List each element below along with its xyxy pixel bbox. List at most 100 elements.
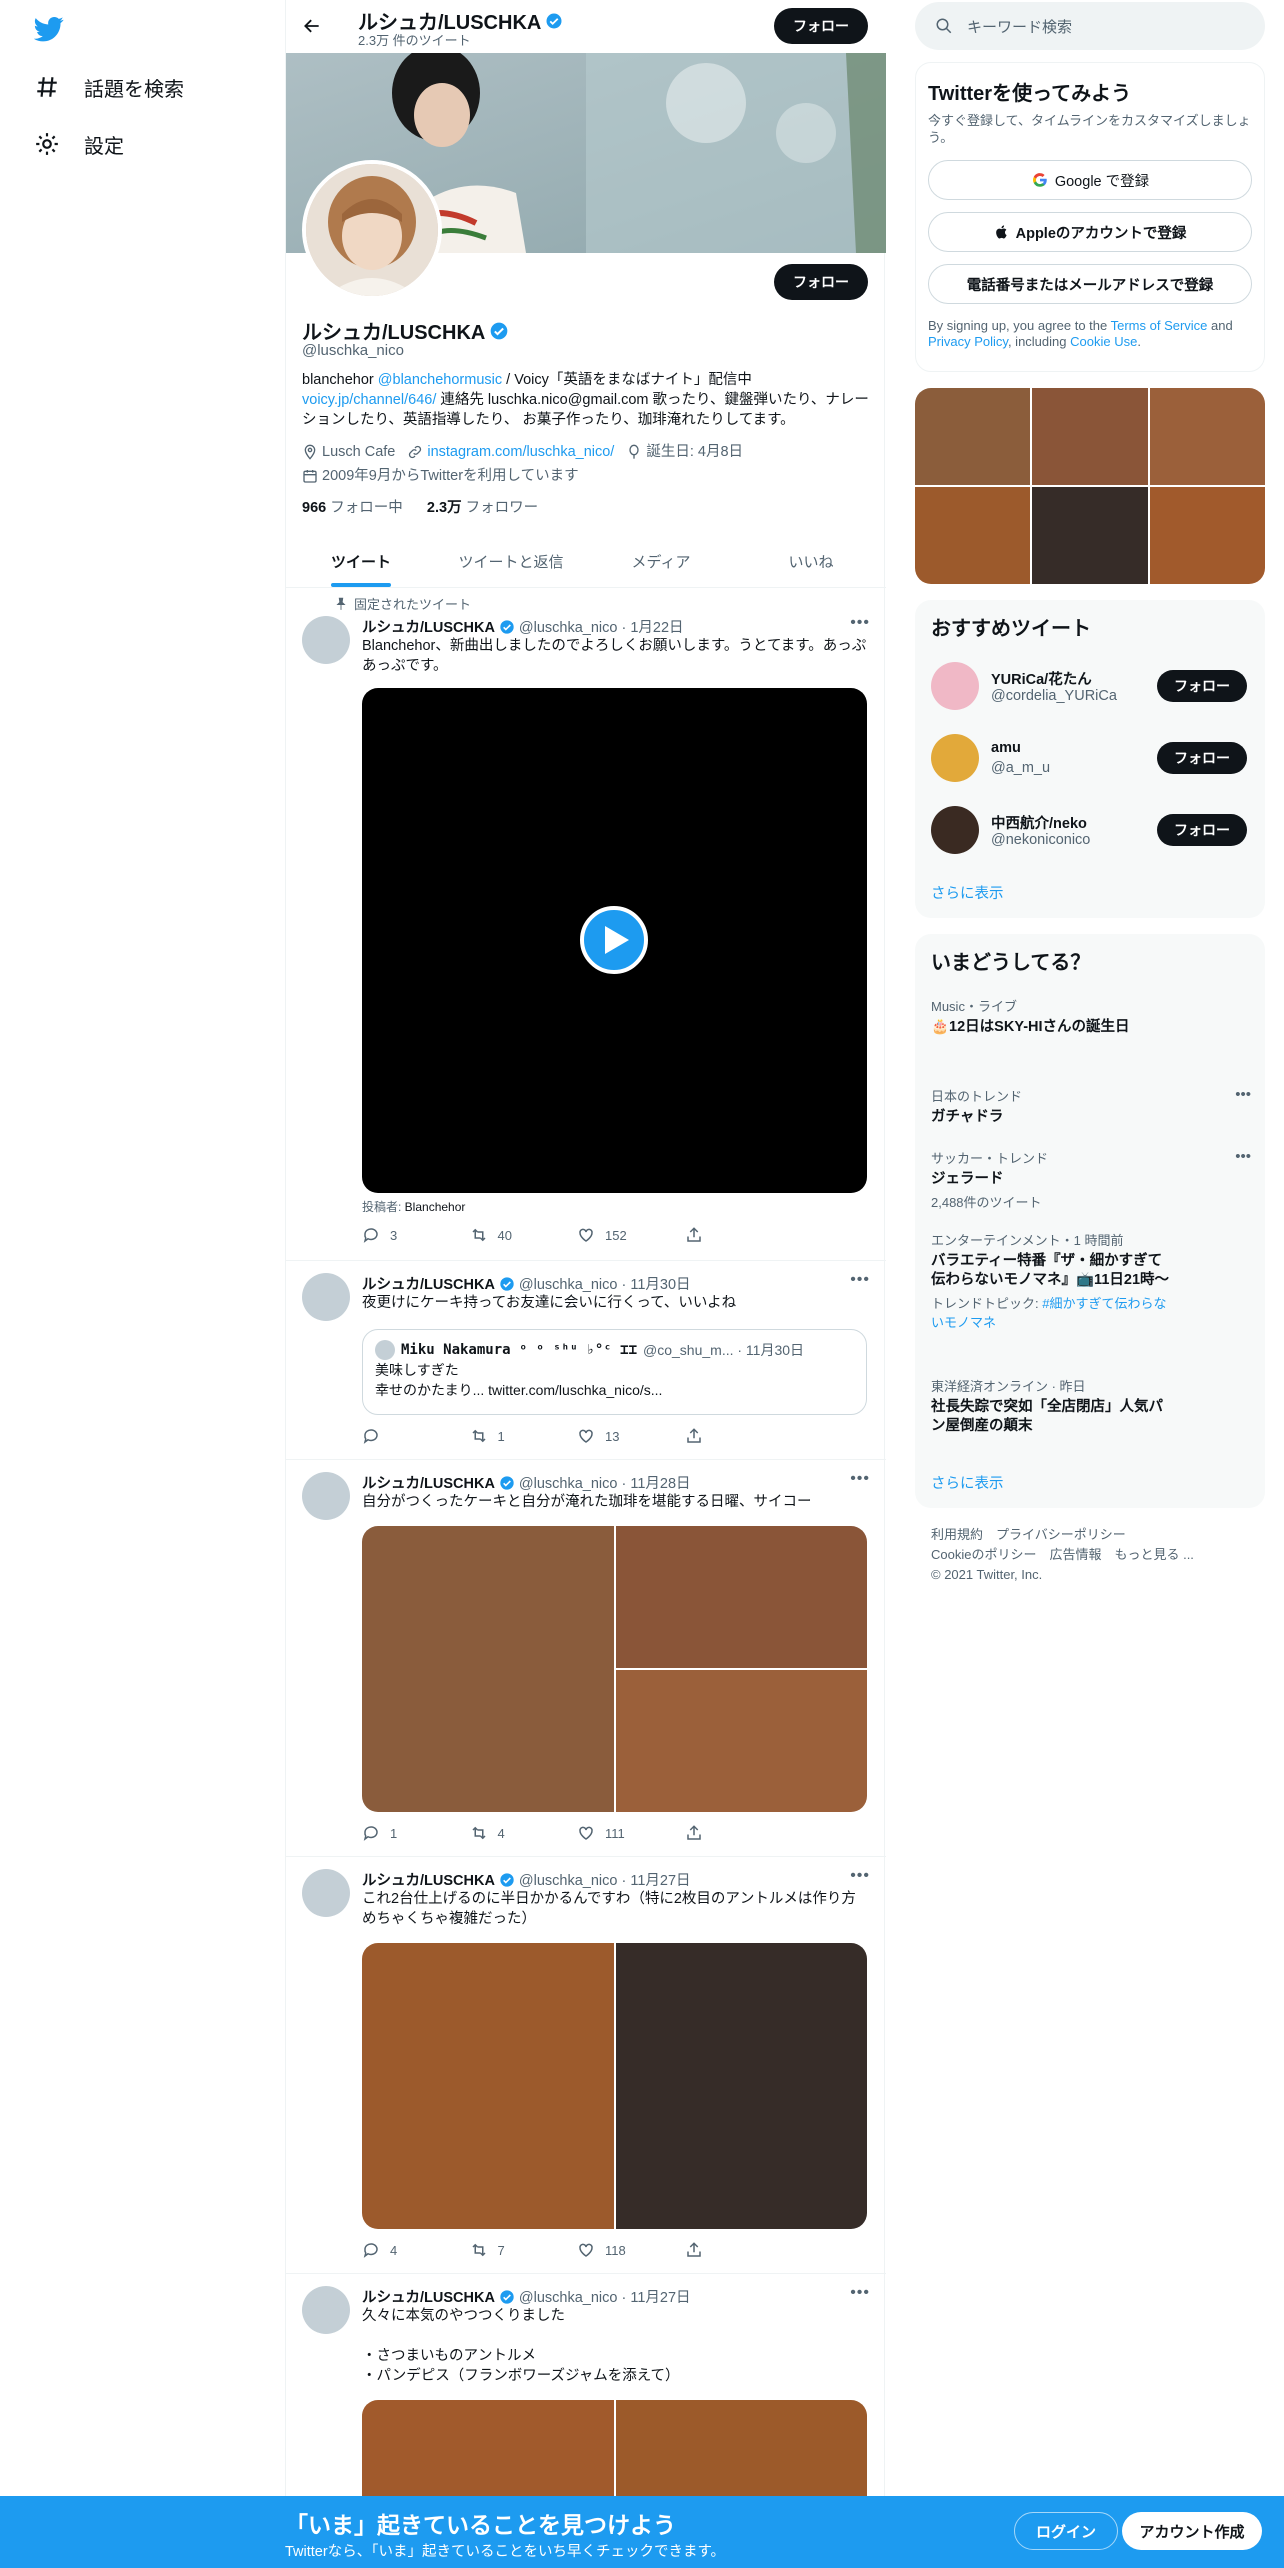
reply-button[interactable]: 3 [362,1226,470,1244]
share-button[interactable] [685,2241,793,2259]
tweet-photo[interactable] [362,1526,614,1812]
tweet-photo-grid [362,1526,867,1812]
suggestion-avatar[interactable] [931,734,979,782]
profile-follow-button[interactable]: フォロー [774,264,868,300]
privacy-policy-link[interactable]: Privacy Policy [928,334,1008,349]
more-options-icon[interactable]: ••• [850,614,870,632]
suggestion-item[interactable]: 中西航介/neko @nekoniconico フォロー [931,806,1251,856]
signup-button[interactable]: アカウント作成 [1122,2512,1262,2550]
tweet-avatar[interactable] [302,1472,350,1520]
more-options-icon[interactable]: ••• [850,1867,870,1885]
apple-signup-button[interactable]: Appleのアカウントで登録 [928,212,1252,252]
photo-thumbnail[interactable] [1032,487,1148,584]
trends-show-more-link[interactable]: さらに表示 [931,1472,1004,1493]
like-button[interactable]: 118 [577,2241,685,2259]
suggestion-follow-button[interactable]: フォロー [1157,814,1247,846]
share-button[interactable] [685,1226,793,1244]
terms-of-service-link[interactable]: Terms of Service [1111,318,1208,333]
tab-tweets-and-replies[interactable]: ツイートと返信 [436,535,586,587]
like-button[interactable]: 13 [577,1427,685,1445]
trend-item[interactable]: 日本のトレンド ガチャドラ ••• [931,1086,1251,1127]
twitter-logo-icon[interactable] [34,14,64,44]
tweet-author-name[interactable]: ルシュカ/LUSCHKA [362,616,495,637]
more-options-icon[interactable]: ••• [1235,1086,1251,1103]
followers-link[interactable]: 2.3万 フォロワー [427,500,538,516]
share-button[interactable] [685,1824,793,1842]
tweet-item[interactable]: ルシュカ/LUSCHKA @luschka_nico · 11月28日 ••• 自… [286,1460,886,1857]
retweet-button[interactable]: 1 [470,1427,578,1445]
suggestion-follow-button[interactable]: フォロー [1157,670,1247,702]
profile-avatar[interactable] [302,160,442,300]
suggestion-name: amu [991,740,1021,756]
suggestion-follow-button[interactable]: フォロー [1157,742,1247,774]
recommend-show-more-link[interactable]: さらに表示 [931,882,1004,903]
more-options-icon[interactable]: ••• [850,1470,870,1488]
profile-url[interactable]: instagram.com/luschka_nico/ [407,442,614,462]
tab-media[interactable]: メディア [586,535,736,587]
photo-thumbnail[interactable] [1149,487,1265,584]
tweet-photo[interactable] [615,1526,867,1668]
trend-item[interactable]: エンターテインメント・1 時間前 バラエティー特番『ザ・細かすぎて伝わらないモノ… [931,1230,1171,1331]
following-link[interactable]: 966 フォロー中 [302,500,403,516]
phone-email-signup-button[interactable]: 電話番号またはメールアドレスで登録 [928,264,1252,304]
tweet-author-name[interactable]: ルシュカ/LUSCHKA [362,1869,495,1890]
back-arrow-icon[interactable] [302,16,322,36]
like-button[interactable]: 111 [577,1824,685,1842]
tab-tweets[interactable]: ツイート [286,535,436,587]
footer-line[interactable]: 利用規約 プライバシーポリシー [931,1525,1251,1545]
tweet-avatar[interactable] [302,2286,350,2334]
photo-thumbnail[interactable] [1032,388,1148,485]
tweet-photo[interactable] [615,1670,867,1812]
photo-thumbnail[interactable] [1149,388,1265,485]
quoted-tweet[interactable]: Miku Nakamura ᵒ ᵒ ˢʰᵘ ♭°ᶜ ⌶⌶ @co_shu_m..… [362,1329,867,1415]
nav-explore[interactable]: 話題を検索 [34,67,184,107]
reply-button[interactable] [362,1427,470,1445]
reply-button[interactable]: 1 [362,1824,470,1842]
trend-item[interactable]: 東洋経済オンライン · 昨日 社長失踪で突如「全店閉店」人気パン屋倒産の顛末 [931,1376,1171,1436]
search-input-placeholder[interactable]: キーワード検索 [967,16,1072,37]
video-poster-name[interactable]: Blanchehor [405,1200,466,1214]
footer-line[interactable]: Cookieのポリシー 広告情報 もっと見る ... [931,1545,1251,1565]
cookie-use-link[interactable]: Cookie Use [1070,334,1137,349]
retweet-button[interactable]: 7 [470,2241,578,2259]
more-options-icon[interactable]: ••• [850,2284,870,2302]
more-options-icon[interactable]: ••• [1235,1148,1251,1165]
share-button[interactable] [685,1427,793,1445]
tweet-avatar[interactable] [302,1273,350,1321]
tweet-author-name[interactable]: ルシュカ/LUSCHKA [362,1273,495,1294]
tweet-author-name[interactable]: ルシュカ/LUSCHKA [362,2286,495,2307]
nav-settings[interactable]: 設定 [34,124,124,164]
google-signup-button[interactable]: Google で登録 [928,160,1252,200]
profile-url-text[interactable]: instagram.com/luschka_nico/ [427,442,614,462]
retweet-button[interactable]: 4 [470,1824,578,1842]
like-button[interactable]: 152 [577,1226,685,1244]
suggestion-item[interactable]: YURiCa/花たん @cordelia_YURiCa フォロー [931,662,1251,712]
suggestion-avatar[interactable] [931,806,979,854]
tweet-video[interactable] [362,688,867,1193]
search-box[interactable]: キーワード検索 [915,2,1265,50]
photo-thumbnail[interactable] [915,487,1031,584]
tweet-photo[interactable] [362,1943,614,2229]
tab-likes[interactable]: いいね [736,535,886,587]
trend-item[interactable]: サッカー・トレンド ジェラード 2,488件のツイート ••• [931,1148,1251,1211]
bio-mention-link[interactable]: @blanchehormusic [378,372,502,388]
reply-button[interactable]: 4 [362,2241,470,2259]
tweet-avatar[interactable] [302,616,350,664]
login-button[interactable]: ログイン [1014,2512,1118,2550]
retweet-button[interactable]: 40 [470,1226,578,1244]
tweet-photo[interactable] [615,1943,867,2229]
link-icon [409,445,422,459]
tweet-avatar[interactable] [302,1869,350,1917]
trend-item[interactable]: Music・ライブ 🎂12日はSKY-HIさんの誕生日 [931,996,1251,1037]
more-options-icon[interactable]: ••• [850,1271,870,1289]
bottom-signup-bar: 「いま」起きていることを見つけよう Twitterなら、「いま」起きていることを… [0,2496,1284,2568]
suggestion-item[interactable]: amu @a_m_u フォロー [931,734,1251,784]
tweet-item[interactable]: ルシュカ/LUSCHKA @luschka_nico · 11月27日 ••• こ… [286,1857,886,2274]
tweet-pinned[interactable]: 固定されたツイート ルシュカ/LUSCHKA @luschka_nico · 1月… [286,588,886,1261]
photo-thumbnail[interactable] [915,388,1031,485]
bio-url-link[interactable]: voicy.jp/channel/646/ [302,392,436,408]
tweet-author-name[interactable]: ルシュカ/LUSCHKA [362,1472,495,1493]
tweet-item[interactable]: ルシュカ/LUSCHKA @luschka_nico · 11月30日 ••• 夜… [286,1261,886,1460]
suggestion-avatar[interactable] [931,662,979,710]
header-follow-button[interactable]: フォロー [774,8,868,44]
